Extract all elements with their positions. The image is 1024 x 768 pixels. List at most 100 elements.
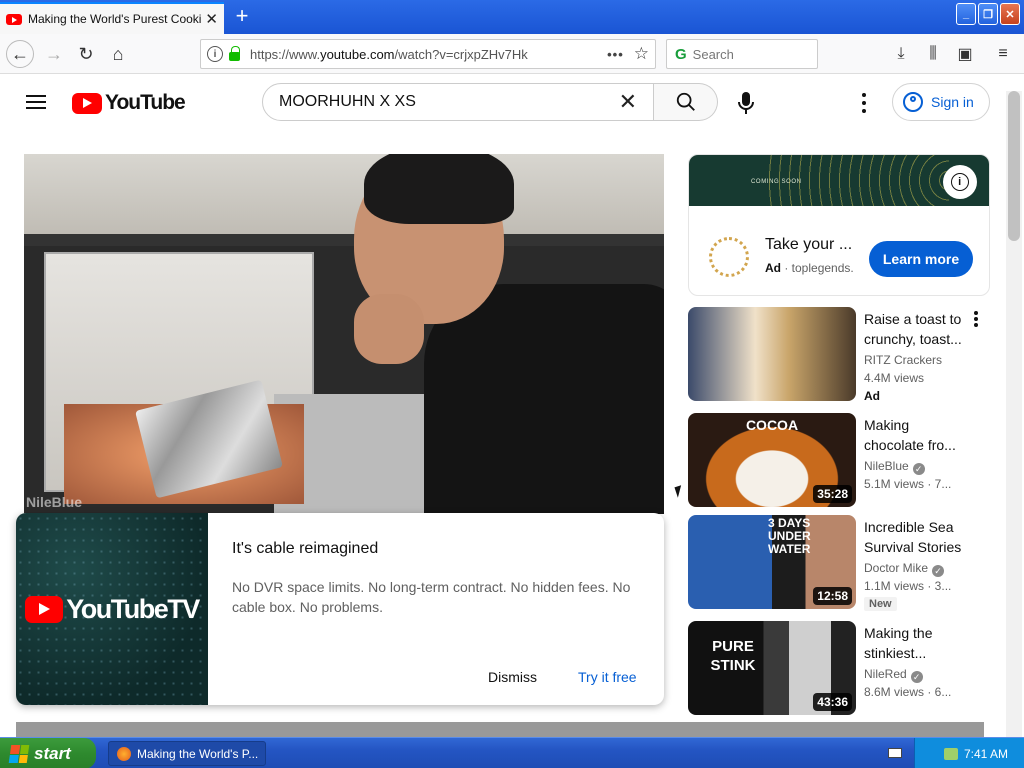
sign-in-label: Sign in xyxy=(931,94,974,110)
minimize-button[interactable]: _ xyxy=(956,3,976,25)
channel-name[interactable]: Doctor Mike ✓ xyxy=(864,561,945,577)
home-icon[interactable]: ⌂ xyxy=(104,40,132,68)
hamburger-menu-icon[interactable]: ≡ xyxy=(990,40,1016,68)
video-meta: 1.1M views · 3... xyxy=(864,579,952,593)
youtube-favicon-icon xyxy=(6,13,22,25)
video-title[interactable]: Raise a toast to crunchy, toast... xyxy=(864,309,968,349)
verified-check-icon: ✓ xyxy=(910,671,923,683)
page-actions-icon[interactable]: ••• xyxy=(607,47,624,62)
sign-in-button[interactable]: Sign in xyxy=(892,83,990,121)
video-thumbnail[interactable] xyxy=(688,307,856,401)
horizontal-scrollbar[interactable] xyxy=(16,722,984,737)
youtube-tv-logo: YouTubeTV xyxy=(25,593,200,625)
voice-search-icon[interactable] xyxy=(736,91,756,115)
list-item[interactable]: COCOA 35:28 Making chocolate fro... Nile… xyxy=(688,413,990,509)
search-input[interactable]: MOORHUHN X XS ✕ xyxy=(262,83,654,121)
youtube-tv-logo-text: YouTubeTV xyxy=(66,593,200,624)
promo-image: YouTubeTV xyxy=(16,513,208,705)
close-tab-icon[interactable]: ✕ xyxy=(205,10,218,28)
more-actions-icon[interactable] xyxy=(974,311,978,327)
advertiser-logo xyxy=(709,237,749,277)
logo-text: YouTube xyxy=(105,91,186,114)
search-engine-icon: G xyxy=(675,45,687,63)
ad-info-icon[interactable]: i xyxy=(943,165,977,199)
search-icon xyxy=(676,92,695,111)
video-meta: 5.1M views · 7... xyxy=(864,477,952,491)
verified-check-icon: ✓ xyxy=(932,565,945,577)
settings-kebab-icon[interactable] xyxy=(856,93,872,113)
video-frame-background xyxy=(24,154,664,244)
video-thumbnail[interactable]: PURE STINK 43:36 xyxy=(688,621,856,715)
network-icon[interactable] xyxy=(943,747,958,760)
learn-more-button[interactable]: Learn more xyxy=(869,241,973,277)
back-arrow-icon[interactable]: ← xyxy=(6,40,34,68)
ad-title: Take your ... xyxy=(765,236,853,253)
video-watermark: NileBlue xyxy=(26,494,83,510)
promo-heading: It's cable reimagined xyxy=(232,540,379,557)
vertical-scrollbar[interactable] xyxy=(1006,91,1022,737)
sidebar-icon[interactable]: ▣ xyxy=(952,40,978,68)
address-bar[interactable]: i https://www.youtube.com/watch?v=crjxpZ… xyxy=(200,39,656,69)
clock: 7:41 AM xyxy=(963,746,1008,761)
library-icon[interactable]: ⫼ xyxy=(920,40,946,68)
video-title[interactable]: Incredible Sea Survival Stories xyxy=(864,517,968,557)
sidebar-ad[interactable]: COMING SOON i Take your ... Ad · toplege… xyxy=(688,154,990,296)
taskbar-item-label: Making the World's P... xyxy=(137,746,259,761)
bookmark-star-icon[interactable]: ☆ xyxy=(634,44,649,64)
clear-search-icon[interactable]: ✕ xyxy=(619,89,637,115)
thumbnail-text: PURE STINK xyxy=(710,638,756,674)
video-thumbnail[interactable]: COCOA 35:28 xyxy=(688,413,856,507)
video-duration: 12:58 xyxy=(813,587,852,605)
dismiss-button[interactable]: Dismiss xyxy=(488,669,537,685)
mouse-cursor-icon xyxy=(674,485,685,498)
try-it-free-button[interactable]: Try it free xyxy=(578,669,637,685)
channel-name[interactable]: NileRed ✓ xyxy=(864,667,923,683)
reload-icon[interactable]: ↻ xyxy=(72,40,100,68)
system-tray: 7:41 AM xyxy=(914,738,1024,768)
tab-title: Making the World's Purest Cookie xyxy=(28,12,202,26)
close-window-button[interactable]: ✕ xyxy=(1000,3,1020,25)
browser-tab[interactable]: Making the World's Purest Cookie ✕ xyxy=(0,2,224,34)
youtube-logo[interactable]: YouTube xyxy=(72,91,186,115)
guide-menu-icon[interactable] xyxy=(26,95,46,109)
scrollbar-thumb[interactable] xyxy=(1008,91,1020,241)
start-button[interactable]: start xyxy=(0,738,96,768)
search-query[interactable]: MOORHUHN X XS xyxy=(279,93,619,111)
search-button[interactable] xyxy=(654,83,718,121)
video-title[interactable]: Making chocolate fro... xyxy=(864,415,968,455)
video-title[interactable]: Making the stinkiest... xyxy=(864,623,968,663)
youtube-tv-promo: YouTubeTV It's cable reimagined No DVR s… xyxy=(16,513,664,705)
youtube-tv-play-icon xyxy=(25,595,64,623)
list-item[interactable]: PURE STINK 43:36 Making the stinkiest...… xyxy=(688,621,990,717)
channel-name[interactable]: RITZ Crackers xyxy=(864,353,942,367)
video-frame-person-hair xyxy=(364,154,514,224)
video-thumbnail[interactable]: 3 DAYS UNDER WATER 12:58 xyxy=(688,515,856,609)
windows-flag-icon xyxy=(8,744,30,763)
list-item[interactable]: Raise a toast to crunchy, toast... RITZ … xyxy=(688,307,990,403)
site-info-icon[interactable]: i xyxy=(207,46,223,62)
video-player[interactable]: NileBlue xyxy=(24,154,664,514)
youtube-page: YouTube MOORHUHN X XS ✕ Sign in NileBlue… xyxy=(0,75,1024,737)
firefox-icon xyxy=(117,746,131,761)
keyboard-icon[interactable] xyxy=(888,748,902,758)
list-item[interactable]: 3 DAYS UNDER WATER 12:58 Incredible Sea … xyxy=(688,515,990,611)
taskbar-item-firefox[interactable]: Making the World's P... xyxy=(108,741,266,766)
verified-check-icon: ✓ xyxy=(912,463,925,475)
ad-badge: Ad xyxy=(864,389,880,403)
channel-name[interactable]: NileBlue ✓ xyxy=(864,459,925,475)
search-placeholder: Search xyxy=(692,46,734,62)
browser-search-input[interactable]: G Search xyxy=(666,39,818,69)
new-tab-icon[interactable]: + xyxy=(232,4,252,28)
video-meta: 4.4M views xyxy=(864,371,925,385)
video-duration: 35:28 xyxy=(813,485,852,503)
ad-banner-pattern xyxy=(769,155,949,206)
video-frame-person-hand xyxy=(354,294,424,364)
ad-meta: Ad · toplegends. xyxy=(765,261,854,275)
forward-arrow-icon[interactable]: → xyxy=(40,40,68,68)
restore-button[interactable]: ❐ xyxy=(978,3,998,25)
new-badge: New xyxy=(864,597,897,611)
lock-icon xyxy=(229,46,240,61)
url-text: https://www.youtube.com/watch?v=crjxpZHv… xyxy=(250,46,528,62)
downloads-icon[interactable]: ⤓ xyxy=(888,40,914,68)
youtube-play-icon xyxy=(72,92,102,114)
